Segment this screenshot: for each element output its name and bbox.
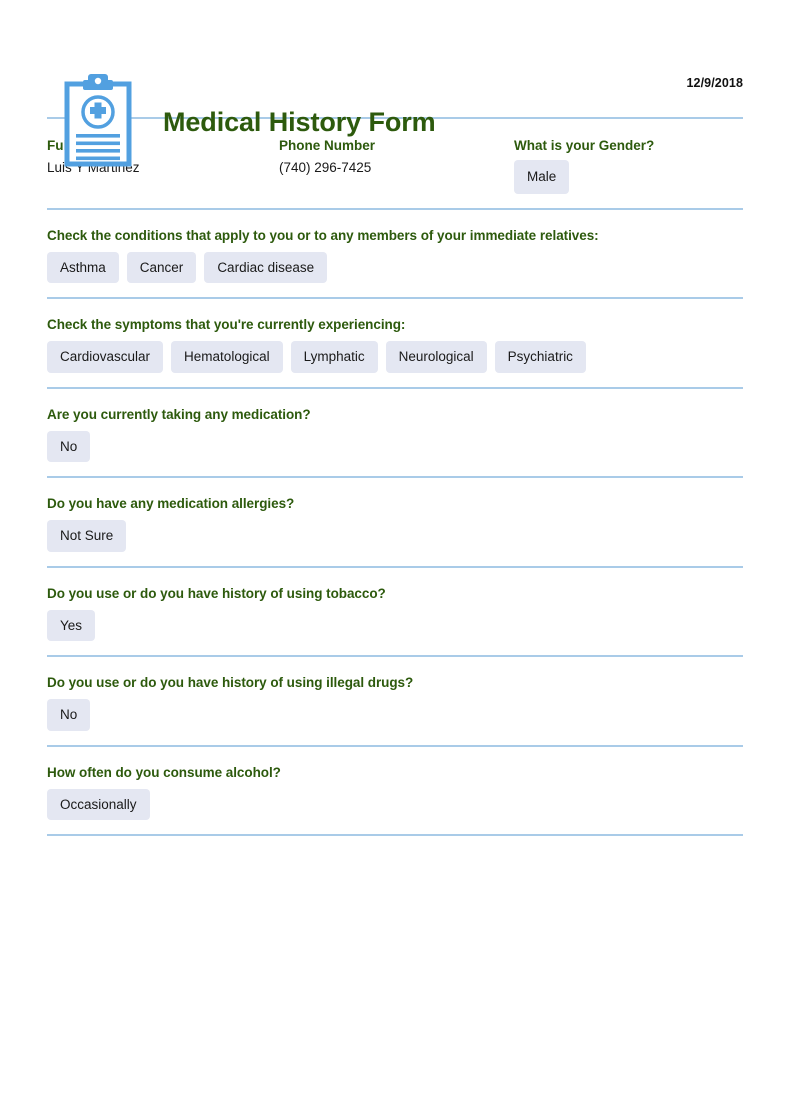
answer-chips-tobacco: Yes bbox=[47, 609, 743, 641]
form-header: 12/9/2018 Medical History Form bbox=[0, 0, 790, 167]
answer-chips-symptoms: Cardiovascular Hematological Lymphatic Neur… bbox=[47, 341, 743, 373]
question-label-tobacco: Do you use or do you have history of usi… bbox=[47, 585, 386, 601]
answer-chips-alcohol: Occasionally bbox=[47, 788, 743, 820]
question-section-tobacco: Do you use or do you have history of usi… bbox=[0, 568, 790, 656]
answer-chips-conditions: Asthma Cancer Cardiac disease bbox=[47, 251, 743, 283]
question-label-conditions: Check the conditions that apply to you o… bbox=[47, 227, 599, 243]
page-title: Medical History Form bbox=[163, 106, 436, 137]
chip-symptoms-0[interactable]: Cardiovascular bbox=[47, 341, 164, 373]
chip-drugs-0[interactable]: No bbox=[47, 699, 91, 731]
question-label-symptoms: Check the symptoms that you're currently… bbox=[47, 317, 406, 332]
chip-alcohol-0[interactable]: Occasionally bbox=[47, 788, 150, 820]
questions-container: Check the conditions that apply to you o… bbox=[0, 210, 790, 836]
chip-medication-0[interactable]: No bbox=[47, 430, 91, 462]
answer-chips-medication: No bbox=[47, 430, 743, 462]
gender-label: What is your Gender? bbox=[514, 138, 655, 153]
question-label-medication: Are you currently taking any medication? bbox=[47, 406, 311, 422]
medical-clipboard-icon bbox=[62, 72, 134, 172]
question-block: Do you use or do you have history of usi… bbox=[47, 568, 743, 656]
answer-chips-drugs: No bbox=[47, 699, 743, 731]
chip-symptoms-3[interactable]: Neurological bbox=[385, 341, 487, 373]
answer-chips-allergies: Not Sure bbox=[47, 520, 743, 552]
question-block: Do you have any medication allergies? Not… bbox=[47, 478, 743, 566]
question-block: How often do you consume alcohol? Occasio… bbox=[47, 747, 743, 835]
chip-allergies-0[interactable]: Not Sure bbox=[47, 520, 127, 552]
question-block: Check the conditions that apply to you o… bbox=[47, 210, 743, 298]
question-section-medication: Are you currently taking any medication?… bbox=[0, 389, 790, 477]
chip-conditions-2[interactable]: Cardiac disease bbox=[204, 251, 328, 283]
question-label-allergies: Do you have any medication allergies? bbox=[47, 496, 295, 511]
question-label-alcohol: How often do you consume alcohol? bbox=[47, 764, 281, 780]
question-section-allergies: Do you have any medication allergies? Not… bbox=[0, 478, 790, 566]
question-section-conditions: Check the conditions that apply to you o… bbox=[0, 210, 790, 298]
chip-symptoms-1[interactable]: Hematological bbox=[171, 341, 283, 373]
gender-field: What is your Gender? Male bbox=[514, 138, 654, 194]
chip-conditions-0[interactable]: Asthma bbox=[47, 251, 119, 283]
question-block: Are you currently taking any medication?… bbox=[47, 389, 743, 477]
question-section-drugs: Do you use or do you have history of usi… bbox=[0, 657, 790, 745]
chip-symptoms-4[interactable]: Psychiatric bbox=[494, 341, 586, 373]
chip-gender-selected[interactable]: Male bbox=[514, 160, 570, 194]
gender-answer: Male bbox=[514, 160, 654, 194]
question-block: Check the symptoms that you're currently… bbox=[47, 299, 743, 387]
title-row: Medical History Form bbox=[62, 72, 436, 172]
divider-after-alcohol bbox=[47, 834, 743, 836]
form-date: 12/9/2018 bbox=[686, 76, 743, 90]
question-block: Do you use or do you have history of usi… bbox=[47, 657, 743, 745]
chip-conditions-1[interactable]: Cancer bbox=[126, 251, 197, 283]
question-section-symptoms: Check the symptoms that you're currently… bbox=[0, 299, 790, 387]
question-label-drugs: Do you use or do you have history of usi… bbox=[47, 675, 414, 690]
chip-symptoms-2[interactable]: Lymphatic bbox=[290, 341, 378, 373]
medical-history-form-page: 12/9/2018 Medical History Form Full Luis… bbox=[0, 0, 790, 1118]
question-section-alcohol: How often do you consume alcohol? Occasio… bbox=[0, 747, 790, 835]
chip-tobacco-0[interactable]: Yes bbox=[47, 609, 96, 641]
